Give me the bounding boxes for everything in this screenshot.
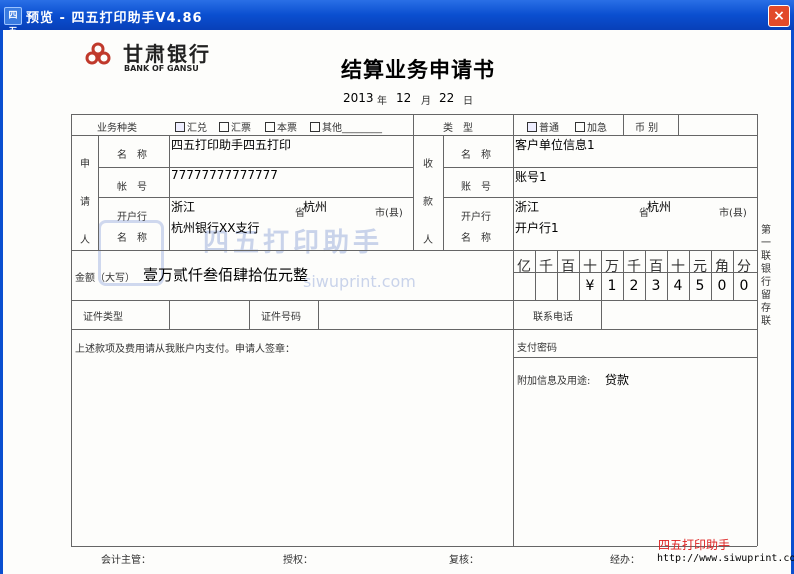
consent-text: 上述款项及费用请从我账户内支付。申请人签章：: [75, 344, 295, 355]
window-title: 预览 - 四五打印助手V4.86: [26, 11, 203, 26]
applicant-name-label: 名 称: [117, 150, 147, 161]
id-type-label: 证件类型: [83, 312, 123, 323]
digit-value: 1: [607, 278, 617, 294]
window-titlebar: 四五 预览 - 四五打印助手V4.86 ×: [0, 0, 794, 37]
payee-province: 浙江: [515, 200, 540, 214]
payee-account: 账号1: [515, 170, 547, 184]
digit-header: 十: [671, 259, 685, 275]
currency-label: 币 别: [635, 123, 659, 134]
digit-header: 分: [737, 259, 751, 275]
applicant-bank-name-label: 名 称: [117, 233, 147, 244]
checkbox-icon: [219, 122, 229, 132]
checkbox-icon: [575, 122, 585, 132]
business-type-label: 业务种类: [97, 123, 137, 134]
payee-label: 收款人: [423, 159, 433, 246]
applicant-name: 四五打印助手四五打印: [171, 138, 292, 152]
digit-header: 百: [649, 259, 663, 275]
digit-value: 3: [651, 278, 661, 294]
digit-header: 千: [627, 259, 641, 275]
digit-header: 万: [605, 259, 619, 275]
preview-area: 四五打印助手 siwuprint.com 甘肃银行 BANK OF GANSU …: [0, 30, 794, 574]
option-remit[interactable]: 汇兑: [175, 119, 207, 134]
amount-words: 壹万贰仟叁佰肆拾伍元整: [143, 266, 309, 284]
applicant-bank: 杭州银行XX支行: [171, 221, 260, 235]
option-normal[interactable]: 普通: [527, 119, 559, 134]
digit-header: 千: [539, 259, 553, 275]
footer-supervisor: 会计主管：: [101, 555, 151, 566]
option-other[interactable]: 其他________: [310, 119, 382, 134]
digit-header: 元: [693, 259, 707, 275]
id-number-label: 证件号码: [261, 312, 301, 323]
payee-name-label: 名 称: [461, 150, 491, 161]
app-icon: 四五: [4, 7, 22, 37]
option-urgent[interactable]: 加急: [575, 119, 607, 134]
payee-city-label: 市(县): [719, 208, 747, 219]
checkbox-checked-icon: [527, 122, 537, 132]
brand-url[interactable]: http://www.siwuprint.com: [657, 553, 794, 564]
digit-value: 2: [629, 278, 639, 294]
applicant-city: 杭州: [303, 200, 328, 214]
form-table: [3, 30, 794, 574]
digit-value: 0: [717, 278, 727, 294]
payee-city: 杭州: [647, 200, 672, 214]
phone-label: 联系电话: [533, 312, 573, 323]
payee-name: 客户单位信息1: [515, 138, 595, 152]
option-cashier-check[interactable]: 本票: [265, 119, 297, 134]
footer-review: 复核：: [449, 555, 479, 566]
amount-label: 金额（大写）: [75, 273, 135, 284]
digit-header: 角: [715, 259, 729, 275]
digit-value: 5: [695, 278, 705, 294]
category-label: 类 型: [443, 123, 473, 134]
footer-handler: 经办：: [610, 555, 640, 566]
payment-password-label: 支付密码: [517, 343, 557, 354]
payee-bank-name-label: 名 称: [461, 233, 491, 244]
digit-value: 0: [739, 278, 749, 294]
applicant-label: 申请人: [80, 159, 90, 246]
checkbox-icon: [265, 122, 275, 132]
option-draft[interactable]: 汇票: [219, 119, 251, 134]
digit-header: 百: [561, 259, 575, 275]
applicant-province: 浙江: [171, 200, 196, 214]
applicant-account: 77777777777777: [171, 168, 278, 182]
footer-authorize: 授权：: [283, 555, 313, 566]
payee-bank-label: 开户行: [461, 212, 491, 223]
close-button[interactable]: ×: [768, 5, 790, 27]
digit-header: 十: [583, 259, 597, 275]
checkbox-icon: [310, 122, 320, 132]
extra-info-label: 附加信息及用途:: [517, 376, 591, 387]
applicant-city-label: 市(县): [375, 208, 403, 219]
digit-header: 亿: [517, 259, 531, 275]
applicant-account-label: 帐 号: [117, 182, 147, 193]
digit-value: ¥: [585, 278, 595, 294]
brand-name: 四五打印助手: [658, 538, 731, 552]
payee-account-label: 账 号: [461, 182, 491, 193]
applicant-bank-label: 开户行: [117, 212, 147, 223]
digit-value: 4: [673, 278, 683, 294]
checkbox-checked-icon: [175, 122, 185, 132]
purpose-value: 贷款: [605, 373, 630, 387]
copy-note: 第一联 银行留存联: [761, 225, 771, 327]
payee-bank: 开户行1: [515, 221, 559, 235]
